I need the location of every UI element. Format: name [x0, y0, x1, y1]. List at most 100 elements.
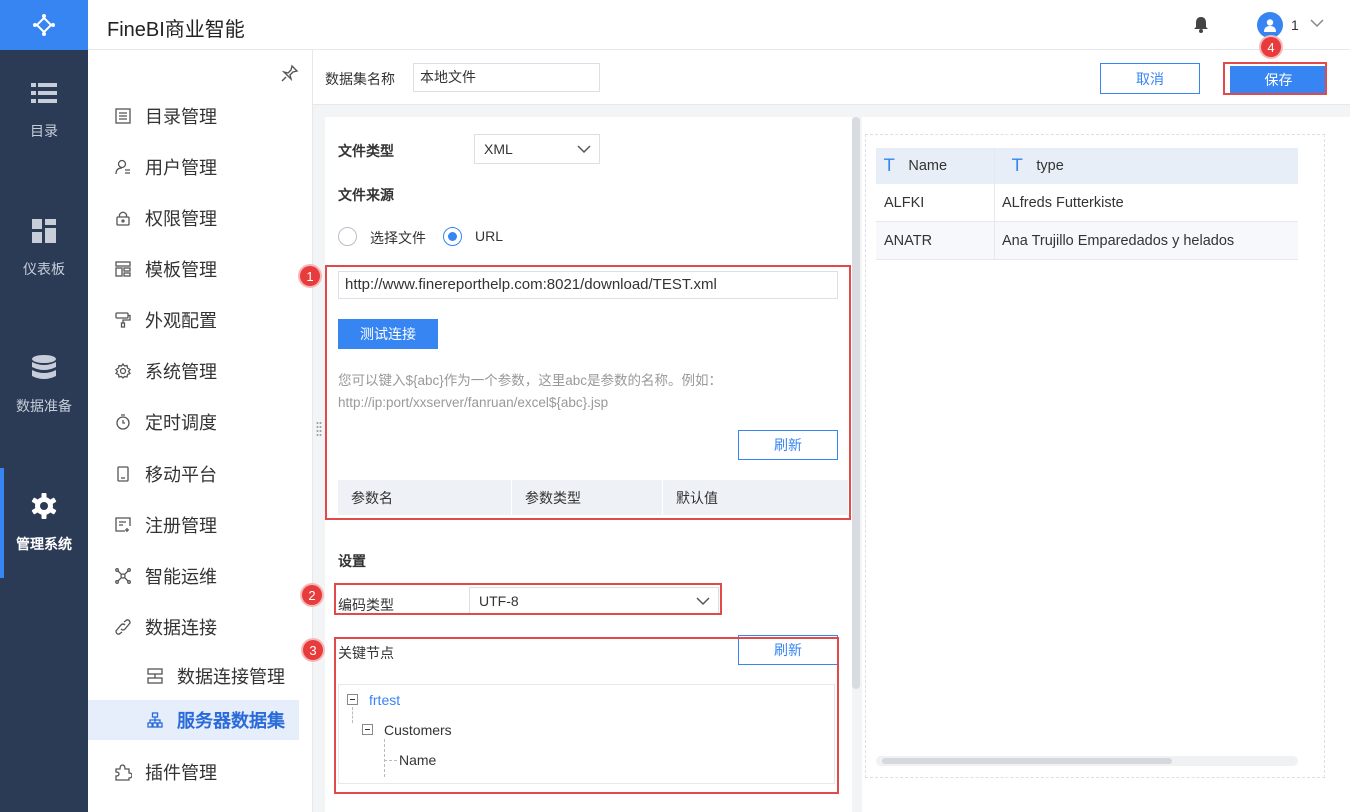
menu-appearance[interactable]: 外观配置 [88, 300, 313, 340]
database-icon [30, 354, 58, 382]
top-bar: FineBI商业智能 1 [88, 0, 1350, 50]
submenu-connection-management[interactable]: 数据连接管理 [88, 656, 313, 696]
menu-label: 移动平台 [145, 465, 217, 485]
nav-dashboard[interactable]: 仪表板 [0, 193, 88, 303]
server-icon [146, 667, 164, 685]
scrollbar-thumb[interactable] [882, 758, 1172, 764]
dataset-name-label: 数据集名称 [325, 71, 395, 87]
left-nav: 目录 仪表板 数据准备 管理系统 [0, 0, 88, 812]
drag-handle-icon[interactable] [316, 420, 322, 440]
menu-label: 定时调度 [145, 413, 217, 433]
nav-label: 数据准备 [16, 398, 72, 414]
nav-data-prep[interactable]: 数据准备 [0, 330, 88, 440]
table-cell: ALFKI [876, 184, 995, 221]
menu-catalog[interactable]: 目录管理 [88, 96, 313, 136]
menu-system[interactable]: 系统管理 [88, 351, 313, 391]
text-type-icon: T [884, 156, 895, 176]
menu-label: 服务器数据集 [177, 711, 285, 731]
menu-mobile[interactable]: 移动平台 [88, 454, 313, 494]
chevron-down-icon [577, 141, 591, 157]
menu-data-connection[interactable]: 数据连接 [88, 607, 313, 647]
logo-icon [33, 14, 55, 36]
register-icon [114, 516, 132, 534]
user-icon [114, 158, 132, 176]
link-icon [114, 618, 132, 636]
dataset-icon [146, 711, 164, 729]
menu-label: 外观配置 [145, 311, 217, 331]
table-row: ALFKI ALfreds Futterkiste [876, 184, 1298, 222]
mobile-icon [114, 465, 132, 483]
vertical-scrollbar[interactable] [852, 117, 860, 689]
catalog-icon [114, 107, 132, 125]
dashboard-icon [30, 217, 58, 245]
radio-url-label[interactable]: URL [475, 228, 503, 244]
gear-icon [30, 492, 58, 520]
annotation-box-2 [334, 583, 722, 615]
menu-label: 注册管理 [145, 516, 217, 536]
menu-permission[interactable]: 权限管理 [88, 198, 313, 238]
bell-icon[interactable] [1193, 16, 1209, 38]
settings-label: 设置 [338, 553, 366, 569]
menu-user[interactable]: 用户管理 [88, 147, 313, 187]
nav-label: 管理系统 [16, 536, 72, 552]
menu-register[interactable]: 注册管理 [88, 505, 313, 545]
radio-url[interactable] [443, 227, 462, 246]
column-label: type [1036, 158, 1064, 174]
horizontal-scrollbar[interactable] [876, 756, 1298, 766]
menu-plugin[interactable]: 插件管理 [88, 752, 313, 792]
submenu-server-dataset[interactable]: 服务器数据集 [88, 700, 299, 740]
table-cell: ANATR [876, 222, 995, 259]
annotation-badge-3: 3 [303, 640, 323, 660]
nav-catalog[interactable]: 目录 [0, 55, 88, 165]
annotation-badge-4: 4 [1261, 37, 1281, 57]
preview-table: T Name Ttype ALFKI ALfreds Futterkiste AN… [876, 148, 1298, 260]
dataset-name-input[interactable]: 本地文件 [413, 63, 600, 92]
file-source-label: 文件来源 [338, 187, 394, 203]
annotation-box-3 [334, 637, 839, 794]
menu-label: 权限管理 [145, 209, 217, 229]
menu-label: 数据连接 [145, 618, 217, 638]
preview-col-name: T Name [876, 148, 995, 184]
ops-icon [114, 567, 132, 585]
username[interactable]: 1 [1291, 17, 1299, 33]
menu-label: 系统管理 [145, 362, 217, 382]
chevron-down-icon[interactable] [1310, 16, 1324, 35]
file-type-value: XML [484, 141, 513, 157]
avatar[interactable] [1257, 12, 1283, 38]
preview-col-type: Ttype [995, 148, 1298, 184]
menu-label: 数据连接管理 [177, 667, 285, 687]
menu-ops[interactable]: 智能运维 [88, 556, 313, 596]
radio-file[interactable] [338, 227, 357, 246]
nav-label: 仪表板 [23, 261, 65, 277]
cancel-button[interactable]: 取消 [1100, 63, 1200, 94]
column-label: Name [908, 158, 948, 174]
annotation-box-1 [325, 265, 851, 520]
pin-icon[interactable] [281, 64, 299, 87]
user-avatar-icon [1264, 19, 1276, 32]
annotation-badge-1: 1 [300, 266, 320, 286]
dataset-name-bar: 数据集名称 本地文件 取消 保存 [313, 50, 1350, 105]
table-cell: Ana Trujillo Emparedados y helados [1002, 232, 1235, 249]
paint-roller-icon [114, 311, 132, 329]
app-logo[interactable] [0, 0, 88, 50]
timer-icon [114, 413, 132, 431]
text-type-icon: T [1012, 156, 1023, 176]
table-row: ANATR Ana Trujillo Emparedados y helados [876, 222, 1298, 260]
list-icon [30, 79, 58, 107]
menu-label: 用户管理 [145, 158, 217, 178]
template-icon [114, 260, 132, 278]
menu-label: 模板管理 [145, 260, 217, 280]
plugin-icon [114, 763, 132, 781]
radio-file-label[interactable]: 选择文件 [370, 228, 426, 248]
nav-admin[interactable]: 管理系统 [0, 468, 88, 578]
menu-template[interactable]: 模板管理 [88, 249, 313, 289]
app-title: FineBI商业智能 [107, 19, 245, 41]
menu-schedule[interactable]: 定时调度 [88, 402, 313, 442]
annotation-box-4 [1223, 62, 1327, 95]
nav-label: 目录 [30, 123, 58, 139]
menu-label: 智能运维 [145, 567, 217, 587]
preview-table-header: T Name Ttype [876, 148, 1298, 184]
file-type-select[interactable]: XML [474, 134, 600, 164]
menu-label: 目录管理 [145, 107, 217, 127]
lock-icon [114, 209, 132, 227]
